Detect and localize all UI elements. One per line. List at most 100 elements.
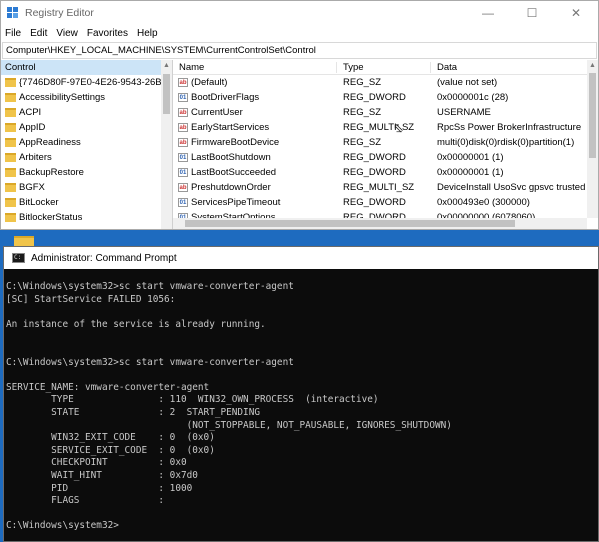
value-name-cell: 01 ServicesPipeTimeout: [173, 197, 337, 208]
tree-item[interactable]: ACPI: [1, 105, 161, 120]
key-tree-pane: Control {7746D80F-97E0-4E26-9543-26B41 Acc…: [1, 60, 173, 229]
tree-item[interactable]: BackupRestore: [1, 165, 161, 180]
cmd-window-title: Administrator: Command Prompt: [31, 252, 177, 264]
value-name: (Default): [191, 77, 228, 88]
menu-bar: File Edit View Favorites Help: [1, 25, 598, 41]
value-data: DeviceInstall UsoSvc gpsvc trusted: [437, 182, 586, 193]
tree-item-label: BGFX: [19, 182, 45, 193]
menu-help[interactable]: Help: [137, 28, 158, 39]
console-line: CHECKPOINT : 0x0: [6, 457, 187, 469]
folder-icon: [5, 213, 16, 222]
tree-item[interactable]: AccessibilitySettings: [1, 90, 161, 105]
string-value-icon: ab: [178, 123, 188, 132]
tree-item[interactable]: AppID: [1, 120, 161, 135]
value-name: LastBootShutdown: [191, 152, 271, 163]
tree-item-label: Arbiters: [19, 152, 52, 163]
tree-scroll-thumb[interactable]: [163, 74, 170, 114]
cmd-app-icon: C:: [12, 253, 25, 263]
tree-item[interactable]: BitlockerStatus: [1, 210, 161, 225]
value-type: REG_DWORD: [343, 167, 406, 178]
folder-icon: [5, 153, 16, 162]
registry-value-row[interactable]: ab FirmwareBootDevice REG_SZ multi(0)disk(0…: [173, 135, 598, 150]
value-name: ServicesPipeTimeout: [191, 197, 281, 208]
folder-icon: [5, 93, 16, 102]
folder-icon: [5, 78, 16, 87]
registry-value-row[interactable]: 01 LastBootSucceeded REG_DWORD 0x00000001 (…: [173, 165, 598, 180]
console-line: C:\Windows\system32>sc start vmware-conv…: [6, 281, 294, 292]
column-header-type[interactable]: Type: [337, 61, 431, 73]
registry-editor-titlebar[interactable]: Registry Editor — ☐ ✕: [1, 1, 598, 25]
registry-value-row[interactable]: ab EarlyStartServices REG_MULTI_SZ RpcSs Po…: [173, 120, 598, 135]
value-data: USERNAME: [437, 107, 491, 118]
tree-item[interactable]: AppReadiness: [1, 135, 161, 150]
folder-icon: [5, 123, 16, 132]
console-line: C:\Windows\system32>sc start vmware-conv…: [6, 356, 294, 368]
values-horizontal-scrollbar[interactable]: [173, 218, 587, 229]
folder-icon: [5, 168, 16, 177]
string-value-icon: ab: [178, 138, 188, 147]
column-header-data[interactable]: Data: [431, 62, 598, 73]
value-name-cell: ab (Default): [173, 77, 337, 88]
value-type: REG_DWORD: [343, 152, 406, 163]
value-type: REG_DWORD: [343, 197, 406, 208]
registry-value-row[interactable]: ab PreshutdownOrder REG_MULTI_SZ DeviceInst…: [173, 180, 598, 195]
command-prompt-titlebar[interactable]: C: Administrator: Command Prompt: [4, 247, 598, 269]
binary-value-icon: 01: [178, 153, 188, 162]
folder-icon: [5, 108, 16, 117]
string-value-icon: ab: [178, 78, 188, 87]
tree-item[interactable]: BitLocker: [1, 195, 161, 210]
close-button[interactable]: ✕: [554, 1, 598, 25]
registry-value-row[interactable]: 01 BootDriverFlags REG_DWORD 0x0000001c (28…: [173, 90, 598, 105]
value-name: BootDriverFlags: [191, 92, 260, 103]
console-output[interactable]: C:\Windows\system32>sc start vmware-conv…: [4, 269, 598, 533]
binary-value-icon: 01: [178, 168, 188, 177]
registry-value-row[interactable]: ab CurrentUser REG_SZ USERNAME: [173, 105, 598, 120]
key-tree-list: Control {7746D80F-97E0-4E26-9543-26B41 Acc…: [1, 60, 161, 229]
value-name-cell: ab CurrentUser: [173, 107, 337, 118]
menu-view[interactable]: View: [56, 28, 78, 39]
value-type: REG_MULTI_SZ: [343, 122, 415, 133]
value-data: 0x0000001c (28): [437, 92, 509, 103]
registry-value-row[interactable]: 01 LastBootShutdown REG_DWORD 0x00000001 (1…: [173, 150, 598, 165]
tree-item[interactable]: BGFX: [1, 180, 161, 195]
values-vertical-scrollbar[interactable]: ▲: [587, 60, 598, 218]
console-line: SERVICE_EXIT_CODE : 0 (0x0): [6, 444, 215, 456]
tree-item-label: BitLocker: [19, 197, 59, 208]
registry-value-row[interactable]: 01 ServicesPipeTimeout REG_DWORD 0x000493e0…: [173, 195, 598, 210]
string-value-icon: ab: [178, 108, 188, 117]
console-line: TYPE : 110 WIN32_OWN_PROCESS (interactiv…: [6, 394, 379, 406]
tree-item-label: BitlockerStatus: [19, 212, 83, 223]
value-name-cell: ab FirmwareBootDevice: [173, 137, 337, 148]
values-scroll-thumb[interactable]: [589, 73, 596, 158]
menu-edit[interactable]: Edit: [30, 28, 47, 39]
tree-item[interactable]: Arbiters: [1, 150, 161, 165]
registry-value-row[interactable]: ab (Default) REG_SZ (value not set): [173, 75, 598, 90]
tree-item-label: BackupRestore: [19, 167, 84, 178]
registry-editor-app-icon: [7, 7, 19, 19]
command-prompt-window: C: Administrator: Command Prompt C:\Wind…: [3, 246, 599, 542]
scroll-up-arrow-icon[interactable]: ▲: [587, 60, 598, 71]
scroll-up-arrow-icon[interactable]: ▲: [161, 60, 172, 71]
console-line: An instance of the service is already ru…: [6, 318, 266, 330]
minimize-button[interactable]: —: [466, 1, 510, 25]
value-type: REG_SZ: [343, 77, 382, 88]
values-header: Name Type Data: [173, 60, 598, 75]
console-line: (NOT_STOPPABLE, NOT_PAUSABLE, IGNORES_SH…: [6, 419, 452, 431]
value-name-cell: ab EarlyStartServices: [173, 122, 337, 133]
binary-value-icon: 01: [178, 93, 188, 102]
value-name: EarlyStartServices: [191, 122, 270, 133]
menu-file[interactable]: File: [5, 28, 21, 39]
column-header-name[interactable]: Name: [173, 61, 337, 73]
maximize-button[interactable]: ☐: [510, 1, 554, 25]
console-line: WIN32_EXIT_CODE : 0 (0x0): [6, 432, 215, 444]
menu-favorites[interactable]: Favorites: [87, 28, 128, 39]
values-hscroll-thumb[interactable]: [185, 220, 515, 227]
tree-item[interactable]: {7746D80F-97E0-4E26-9543-26B41: [1, 75, 161, 90]
tree-item[interactable]: Control: [1, 60, 161, 75]
tree-vertical-scrollbar[interactable]: ▲: [161, 60, 172, 229]
address-bar[interactable]: Computer\HKEY_LOCAL_MACHINE\SYSTEM\Curre…: [2, 42, 597, 59]
tree-item-label: Control: [5, 62, 36, 73]
